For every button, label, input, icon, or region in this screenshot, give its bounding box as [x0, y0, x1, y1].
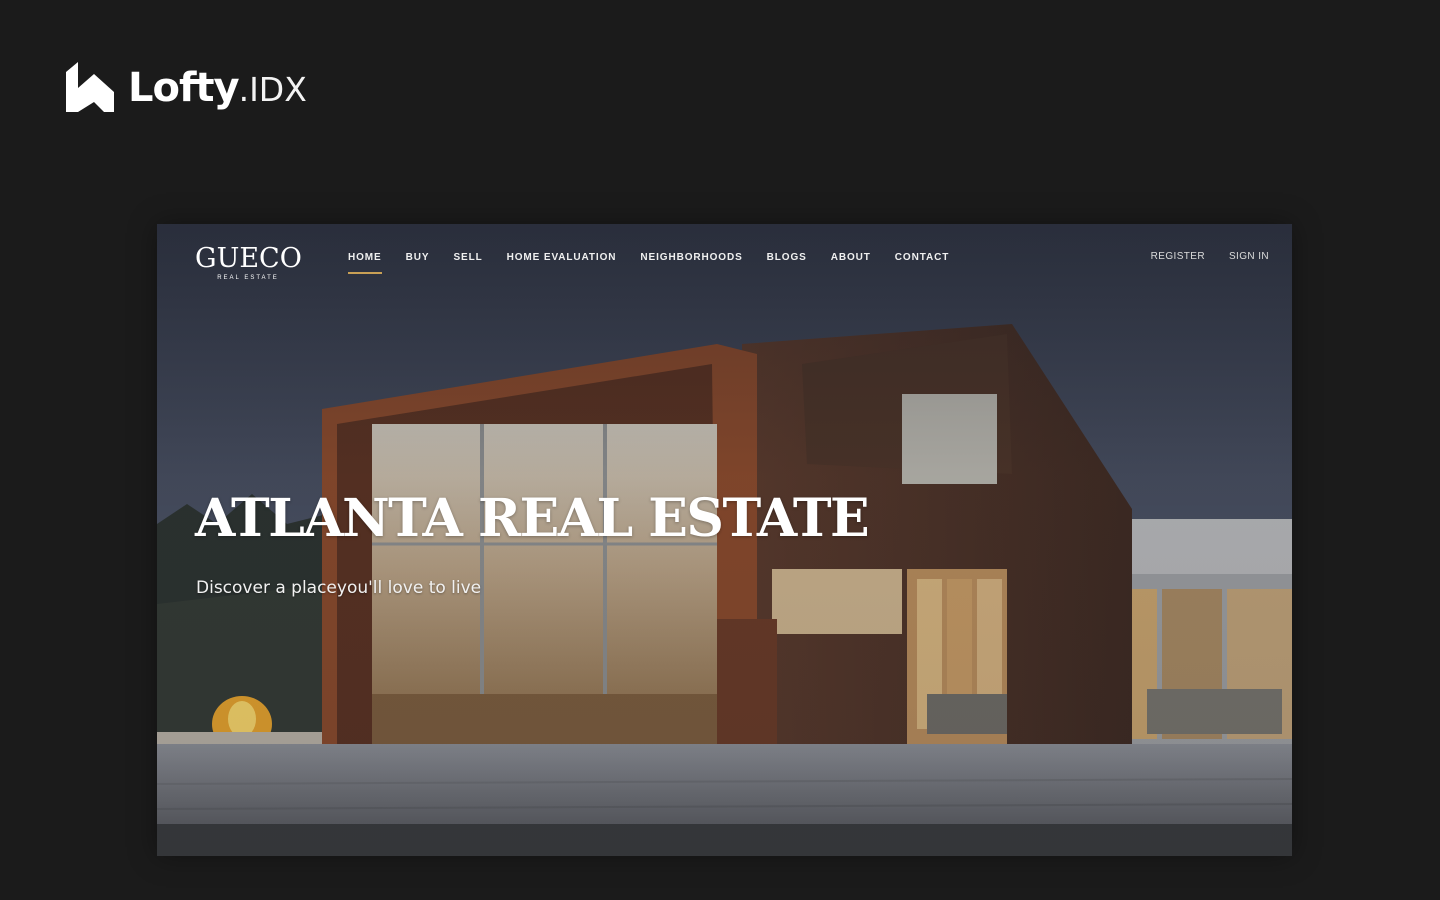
- sign-in-link[interactable]: SIGN IN: [1229, 251, 1269, 262]
- lofty-logo-icon: [66, 62, 114, 112]
- brand-name: Lofty: [128, 65, 240, 111]
- nav-home[interactable]: HOME: [348, 252, 382, 274]
- register-link[interactable]: REGISTER: [1151, 251, 1205, 262]
- website-preview: GUECO REAL ESTATE HOME BUY SELL HOME EVA…: [157, 224, 1292, 856]
- auth-links: REGISTER SIGN IN: [1151, 251, 1269, 262]
- nav-blogs[interactable]: BLOGS: [767, 252, 807, 271]
- site-logo-name: GUECO: [195, 243, 302, 274]
- site-logo[interactable]: GUECO REAL ESTATE: [195, 243, 302, 282]
- nav-home-evaluation[interactable]: HOME EVALUATION: [507, 252, 617, 271]
- hero-subtitle: Discover a placeyou'll love to live: [196, 578, 482, 598]
- nav-neighborhoods[interactable]: NEIGHBORHOODS: [640, 252, 742, 271]
- hero-title: ATLANTA REAL ESTATE: [195, 488, 870, 549]
- nav-buy[interactable]: BUY: [406, 252, 430, 271]
- site-logo-sub: REAL ESTATE: [217, 275, 279, 281]
- nav-contact[interactable]: CONTACT: [895, 252, 949, 271]
- nav-sell[interactable]: SELL: [453, 252, 482, 271]
- brand-suffix: .IDX: [238, 70, 307, 109]
- site-nav: HOME BUY SELL HOME EVALUATION NEIGHBORHO…: [348, 252, 949, 274]
- nav-about[interactable]: ABOUT: [831, 252, 871, 271]
- brand-wordmark: Lofty .IDX: [128, 65, 307, 111]
- lofty-brand: Lofty .IDX: [66, 62, 307, 114]
